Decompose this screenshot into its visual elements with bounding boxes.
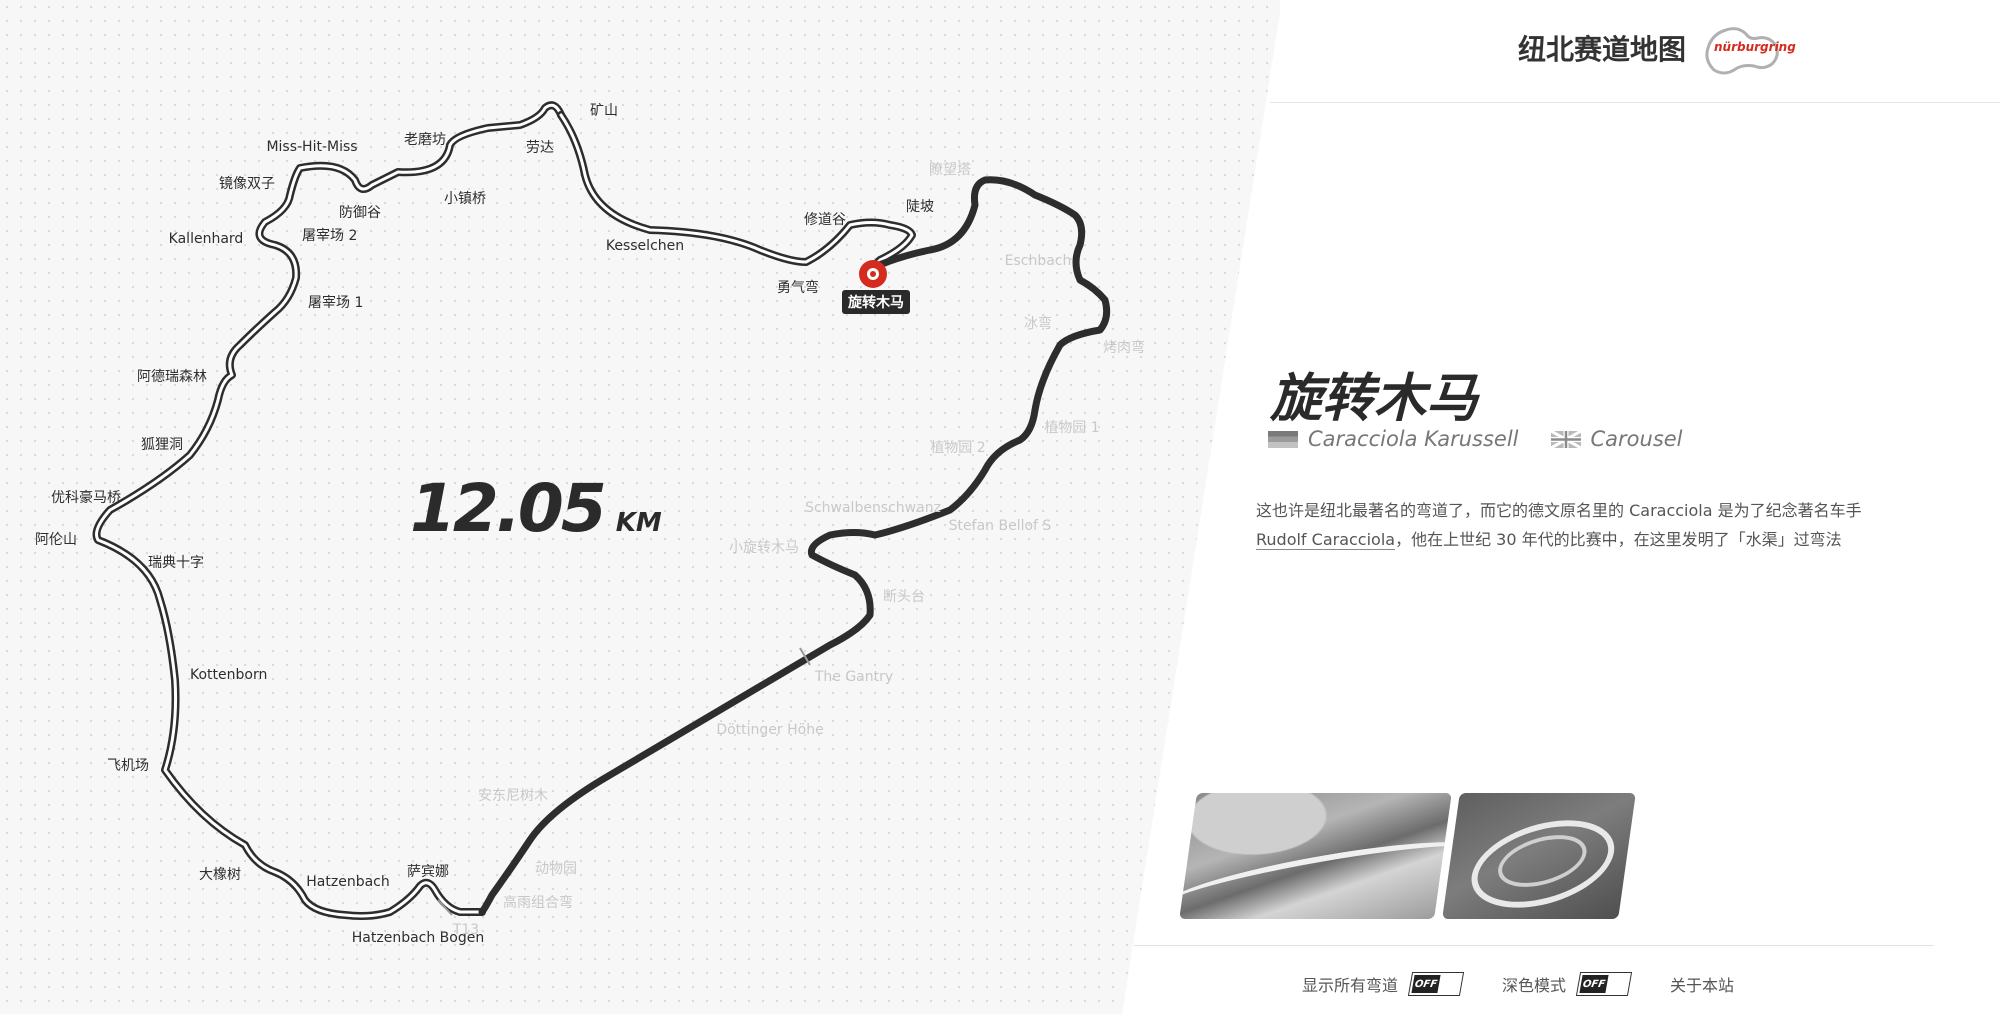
corner-label-22[interactable]: 修道谷 [804,212,846,228]
corner-label-7[interactable]: Kallenhard [169,231,244,247]
corner-label-18[interactable]: Hatzenbach [306,874,389,890]
track-outline-highlighted [3,82,910,398]
corner-label-0[interactable]: 矿山 [590,103,618,119]
corner-photo-2[interactable] [1442,793,1636,919]
dark-mode-switch[interactable]: OFF [1575,972,1633,996]
faded-corner-label-1[interactable]: Eschbach [1005,253,1072,269]
corner-label-23[interactable]: 陡坡 [906,199,934,215]
corner-label-19[interactable]: 萨宾娜 [407,864,449,880]
selected-corner-tag-label: 旋转木马 [847,294,904,311]
selected-corner-tag[interactable]: 旋转木马 [842,290,910,314]
corner-label-13[interactable]: 阿伦山 [35,532,77,548]
selected-corner-pin[interactable] [859,260,887,288]
about-link[interactable]: 关于本站 [1670,972,1734,996]
track-distance: 12.05 KM [410,470,662,547]
site-title: 纽北赛道地图 [1518,33,1687,66]
corner-label-11[interactable]: 狐狸洞 [141,437,183,453]
faded-corner-label-2[interactable]: 冰弯 [1024,315,1052,332]
dark-mode-label: 深色模式 [1502,976,1567,995]
corner-label-10[interactable]: 阿德瑞森林 [137,369,207,385]
corner-label-1[interactable]: 劳达 [526,140,554,156]
corner-name-german: Caracciola Karussell [1308,427,1519,451]
footer-divider [1134,945,1934,946]
driver-link[interactable]: Rudolf Caracciola [1256,530,1396,550]
faded-corner-label-5[interactable]: 植物园 2 [930,440,985,456]
show-all-corners-state: OFF [1411,975,1441,993]
faded-corner-label-6[interactable]: Schwalbenschwanz [805,500,941,516]
dark-mode-state: OFF [1579,975,1609,993]
corner-description: 这也许是纽北最著名的弯道了，而它的德文原名里的 Caracciola 是为了纪念… [1256,496,1916,554]
faded-corner-label-0[interactable]: 瞭望塔 [929,162,971,178]
footer: 显示所有弯道 OFF 深色模式 OFF 关于本站 [1302,970,1734,998]
corner-label-4[interactable]: 镜像双子 [219,176,275,192]
faded-corner-label-8[interactable]: 小旋转木马 [729,540,799,556]
faded-corner-label-14[interactable]: 高雨组合弯 [503,894,573,911]
show-all-corners-toggle[interactable]: 显示所有弯道 OFF [1302,972,1465,996]
site-header: 纽北赛道地图 nürburgring [1270,0,2000,103]
corner-label-3[interactable]: Miss-Hit-Miss [266,139,357,155]
dark-mode-toggle[interactable]: 深色模式 OFF [1502,972,1633,996]
faded-corner-labels: 瞭望塔 Eschbach 冰弯烤肉弯植物园 1 植物园 2 Schwalbenschwa… [452,162,1145,938]
faded-corner-label-11[interactable]: Döttinger Höhe [716,722,823,738]
distance-unit: KM [615,508,662,538]
corner-label-2[interactable]: 老磨坊 [404,132,446,148]
faded-corner-label-13[interactable]: 动物园 [535,861,577,877]
faded-corner-label-10[interactable]: The Gantry [814,669,893,685]
corner-title: 旋转木马 [1270,369,1479,429]
faded-corner-label-7[interactable]: Stefan Bellof S [949,518,1052,534]
corner-label-6[interactable]: 小镇桥 [444,191,486,207]
faded-corner-label-15[interactable]: T13 [452,922,479,938]
faded-corner-label-9[interactable]: 断头台 [883,589,925,605]
track-map[interactable]: 旋转木马 矿山劳达 老磨坊 Miss-Hit-Miss 镜像双子防御谷 小镇桥 Kalle… [0,0,1280,1014]
faded-corner-label-4[interactable]: 植物园 1 [1044,420,1099,436]
corner-label-24[interactable]: 勇气弯 [777,279,819,296]
corner-alt-names: Caracciola Karussell Carousel [1268,424,1683,454]
corner-photo-1[interactable] [1179,793,1452,919]
corner-label-15[interactable]: Kottenborn [190,667,267,683]
corner-name-english: Carousel [1590,427,1683,451]
uk-flag-icon [1550,430,1581,448]
corner-label-12[interactable]: 优科豪马桥 [51,490,121,506]
corner-label-16[interactable]: 飞机场 [107,758,149,774]
distance-value: 12.05 [410,470,607,547]
corner-label-14[interactable]: 瑞典十字 [148,555,204,571]
show-all-corners-switch[interactable]: OFF [1407,972,1465,996]
corner-label-5[interactable]: 防御谷 [339,205,381,221]
description-text-2: ，他在上世纪 30 年代的比赛中，在这里发明了「水渠」过弯法 [1395,530,1842,549]
description-text-1: 这也许是纽北最著名的弯道了，而它的德文原名里的 Caracciola 是为了纪念… [1256,501,1862,520]
faded-corner-label-3[interactable]: 烤肉弯 [1103,339,1145,356]
show-all-corners-label: 显示所有弯道 [1302,976,1399,995]
german-flag-icon [1268,430,1298,448]
corner-label-21[interactable]: Kesselchen [606,238,684,254]
corner-label-17[interactable]: 大橡树 [199,867,241,883]
corner-label-8[interactable]: 屠宰场 2 [302,228,357,244]
corner-label-9[interactable]: 屠宰场 1 [308,295,363,311]
logo-wordmark: nürburgring [1714,40,1796,54]
faded-corner-label-12[interactable]: 安东尼树木 [478,788,548,804]
